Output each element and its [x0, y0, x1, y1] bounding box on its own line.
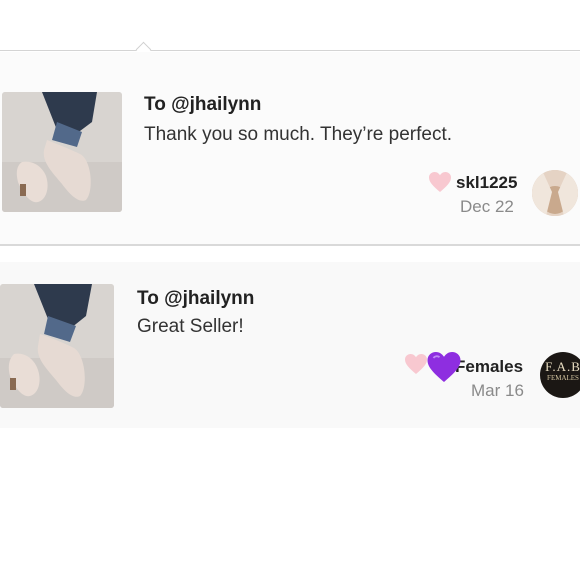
shoe-photo: [0, 284, 114, 408]
listing-thumbnail[interactable]: [2, 92, 122, 212]
avatar-logo-subtext: FEMALES: [547, 374, 579, 382]
purple-heart-icon: [427, 352, 461, 382]
recipient-line: To @jhailynn: [144, 94, 262, 115]
recipient-line: To @jhailynn: [137, 288, 255, 309]
avatar-photo: [532, 170, 578, 216]
reviewer-username[interactable]: Females: [455, 357, 523, 377]
avatar-logo-text: F.A.B: [545, 359, 580, 374]
shoe-photo: [2, 92, 122, 212]
review-card: To @jhailynn Thank you so much. They’re …: [0, 52, 580, 246]
review-date: Mar 16: [471, 381, 524, 400]
avatar[interactable]: F.A.B FEMALES: [540, 352, 580, 398]
review-message: Great Seller!: [137, 316, 244, 337]
top-divider: [0, 50, 580, 51]
heart-icon[interactable]: [404, 353, 428, 375]
avatar[interactable]: [532, 170, 578, 216]
review-card: To @jhailynn Great Seller! Females Mar 1…: [0, 262, 580, 428]
heart-icon[interactable]: [428, 171, 452, 193]
reviewer-username[interactable]: skl1225: [456, 173, 517, 193]
review-message: Thank you so much. They’re perfect.: [144, 124, 453, 145]
listing-thumbnail[interactable]: [0, 284, 114, 408]
review-date: Dec 22: [460, 197, 514, 216]
